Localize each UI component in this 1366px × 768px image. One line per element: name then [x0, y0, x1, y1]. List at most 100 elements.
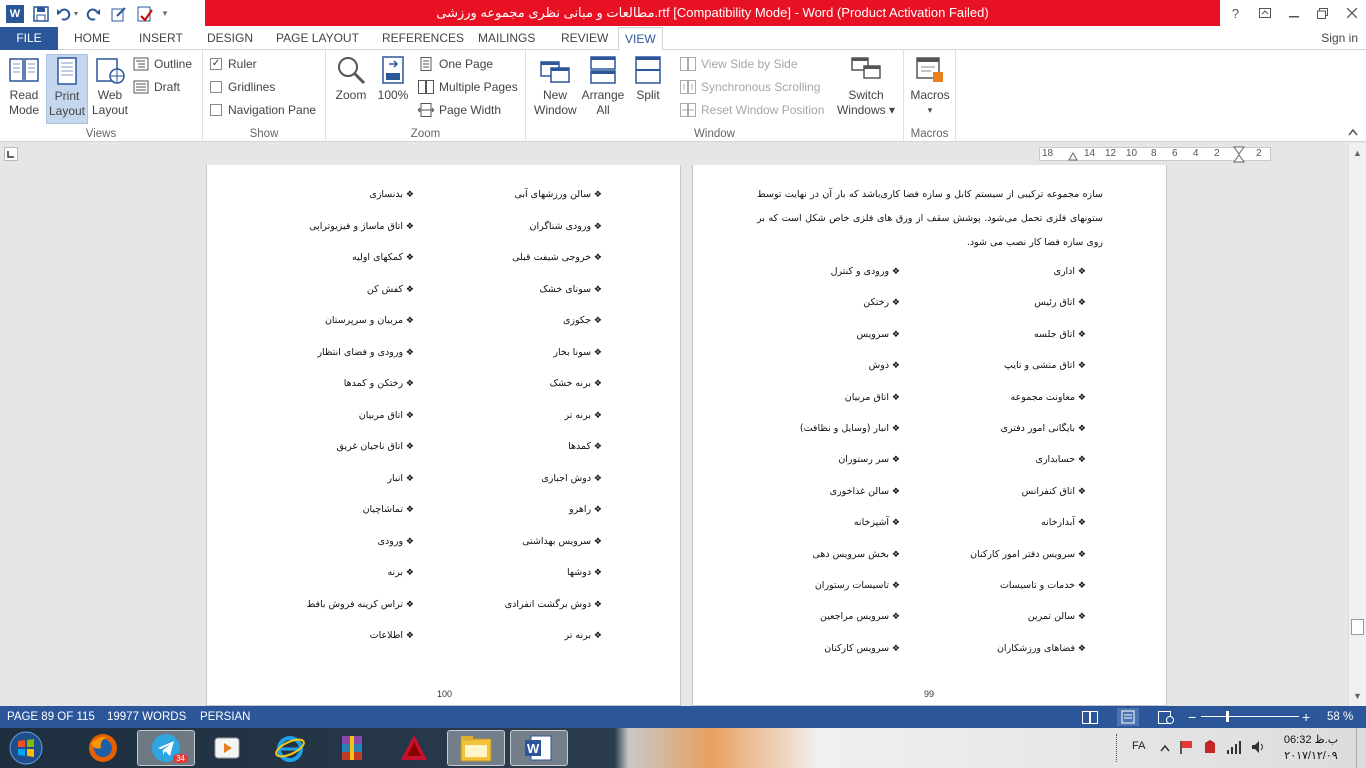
- navigation-pane-checkbox[interactable]: Navigation Pane: [210, 100, 316, 120]
- clock-time[interactable]: 06:32 ب.ظ: [1276, 733, 1346, 746]
- multiple-pages-icon: [418, 80, 434, 94]
- file-explorer-taskbar-icon[interactable]: [447, 730, 505, 766]
- zoom-slider-track[interactable]: [1201, 716, 1299, 717]
- close-icon[interactable]: [1337, 0, 1366, 26]
- telegram-taskbar-icon[interactable]: 34: [137, 730, 195, 766]
- draft-button[interactable]: Draft: [133, 77, 180, 97]
- scroll-thumb[interactable]: [1351, 619, 1364, 635]
- firefox-taskbar-icon[interactable]: [74, 730, 132, 766]
- tab-page-layout[interactable]: PAGE LAYOUT: [270, 27, 365, 50]
- edit-icon[interactable]: [106, 2, 132, 26]
- zoom-button[interactable]: Zoom: [333, 54, 369, 103]
- start-button[interactable]: [6, 730, 46, 766]
- arrange-all-icon: [590, 56, 616, 84]
- macros-button[interactable]: Macros ▾: [908, 54, 952, 118]
- outline-button[interactable]: Outline: [133, 54, 192, 74]
- scroll-up-arrow-icon[interactable]: ▲: [1349, 145, 1366, 162]
- signal-strength-icon[interactable]: [1226, 739, 1242, 758]
- ruler-check-icon: ✓: [210, 58, 222, 70]
- list-item: اتاق رئیس: [1034, 297, 1086, 308]
- minimize-icon[interactable]: [1279, 0, 1308, 26]
- arrange-all-button[interactable]: Arrange All: [580, 54, 626, 118]
- document-area[interactable]: 100 سالن ورزشهای آبی ورودی شناگران خروجی ش…: [0, 165, 1348, 706]
- tab-references[interactable]: REFERENCES: [376, 27, 470, 50]
- word-taskbar-icon[interactable]: W: [510, 730, 568, 766]
- reset-window-position-button[interactable]: Reset Window Position: [680, 100, 824, 120]
- horizontal-ruler[interactable]: 18 14 12 10 8 6 4 2 2: [1039, 146, 1271, 163]
- ruler-checkbox[interactable]: ✓ Ruler: [210, 54, 257, 74]
- new-window-button[interactable]: New Window: [534, 54, 577, 118]
- right-indent-marker-icon[interactable]: [1233, 146, 1245, 166]
- tab-design[interactable]: DESIGN: [201, 27, 259, 50]
- list-item: اتاق ناجیان غریق: [337, 441, 414, 452]
- zoom-group: Zoom 100% One Page Multiple Pages Page W…: [326, 50, 526, 142]
- restore-icon[interactable]: [1308, 0, 1337, 26]
- list-item: کفش کن: [367, 284, 414, 295]
- switch-windows-label-2: Windows ▾: [836, 103, 896, 117]
- tab-insert[interactable]: INSERT: [133, 27, 189, 50]
- tab-selector-icon[interactable]: [4, 147, 18, 161]
- undo-icon[interactable]: ▾: [54, 2, 80, 26]
- language-indicator[interactable]: FA: [1132, 740, 1145, 752]
- word-count-status[interactable]: 19977 WORDS: [107, 706, 186, 728]
- tab-mailings[interactable]: MAILINGS: [472, 27, 541, 50]
- customize-toolbar-icon[interactable]: ▾: [158, 2, 172, 26]
- ruler-label: Ruler: [228, 57, 257, 71]
- zoom-out-button[interactable]: −: [1188, 706, 1196, 728]
- tab-home[interactable]: HOME: [68, 27, 116, 50]
- flag-icon[interactable]: [1178, 739, 1194, 758]
- page-99[interactable]: سازه مجموعه ترکیبی از سیستم کابل و سازه …: [692, 165, 1167, 706]
- autocad-taskbar-icon[interactable]: [385, 730, 443, 766]
- indent-marker-icon[interactable]: [1068, 151, 1078, 161]
- language-status[interactable]: PERSIAN: [200, 706, 251, 728]
- winrar-taskbar-icon[interactable]: [323, 730, 381, 766]
- sign-in-link[interactable]: Sign in: [1321, 27, 1358, 49]
- zoom-100-button[interactable]: 100%: [375, 54, 411, 103]
- gridlines-checkbox[interactable]: Gridlines: [210, 77, 275, 97]
- tab-view[interactable]: VIEW: [618, 27, 663, 51]
- list-item: جکوزی: [563, 315, 602, 326]
- zoom-100-label: 100%: [377, 88, 409, 102]
- synchronous-scrolling-button[interactable]: Synchronous Scrolling: [680, 77, 820, 97]
- web-layout-button[interactable]: Web Layout: [90, 54, 130, 118]
- help-button[interactable]: ?: [1221, 0, 1250, 26]
- arrange-all-label-2: All: [596, 103, 610, 117]
- web-layout-label-2: Layout: [91, 103, 129, 117]
- scroll-down-arrow-icon[interactable]: ▼: [1349, 688, 1366, 705]
- redo-icon[interactable]: [80, 2, 106, 26]
- page-100[interactable]: 100 سالن ورزشهای آبی ورودی شناگران خروجی ش…: [206, 165, 681, 706]
- ribbon-display-options-icon[interactable]: [1250, 0, 1279, 26]
- multiple-pages-button[interactable]: Multiple Pages: [418, 77, 518, 97]
- spelling-icon[interactable]: [132, 2, 158, 26]
- volume-icon[interactable]: [1250, 739, 1266, 758]
- list-item: برنه خشک: [550, 378, 602, 389]
- arrange-all-label-1: Arrange: [581, 88, 625, 102]
- new-window-label-1: New: [542, 88, 567, 102]
- page-count-status[interactable]: PAGE 89 OF 115: [7, 706, 95, 728]
- collapse-ribbon-icon[interactable]: [1348, 128, 1358, 139]
- view-side-by-side-button[interactable]: View Side by Side: [680, 54, 798, 74]
- vertical-scrollbar[interactable]: ▲ ▼: [1348, 143, 1366, 706]
- media-player-taskbar-icon[interactable]: [198, 730, 256, 766]
- save-icon[interactable]: [28, 2, 54, 26]
- tab-file[interactable]: FILE: [0, 27, 58, 50]
- split-button[interactable]: Split: [630, 54, 666, 103]
- one-page-button[interactable]: One Page: [418, 54, 493, 74]
- show-hidden-icons-icon[interactable]: [1160, 741, 1170, 755]
- tab-review[interactable]: REVIEW: [555, 27, 614, 50]
- print-layout-button[interactable]: Print Layout: [46, 54, 88, 124]
- clock-date[interactable]: ۲۰۱۷/۱۲/۰۹: [1276, 749, 1346, 762]
- read-mode-button[interactable]: Read Mode: [4, 54, 44, 118]
- page-width-button[interactable]: Page Width: [418, 100, 501, 120]
- internet-explorer-taskbar-icon[interactable]: [261, 730, 319, 766]
- show-desktop-button[interactable]: [1356, 728, 1366, 768]
- print-layout-view-icon[interactable]: [1117, 708, 1139, 726]
- switch-windows-button[interactable]: Switch Windows ▾: [836, 54, 896, 118]
- zoom-in-button[interactable]: +: [1302, 706, 1310, 728]
- outline-label: Outline: [154, 57, 193, 71]
- zoom-slider-thumb[interactable]: [1226, 711, 1229, 722]
- antivirus-icon[interactable]: [1202, 739, 1218, 758]
- word-app-icon[interactable]: W: [6, 4, 24, 23]
- system-tray: FA 06:32 ب.ظ ۲۰۱۷/۱۲/۰۹: [1106, 728, 1366, 768]
- zoom-level[interactable]: 58 %: [1327, 706, 1353, 728]
